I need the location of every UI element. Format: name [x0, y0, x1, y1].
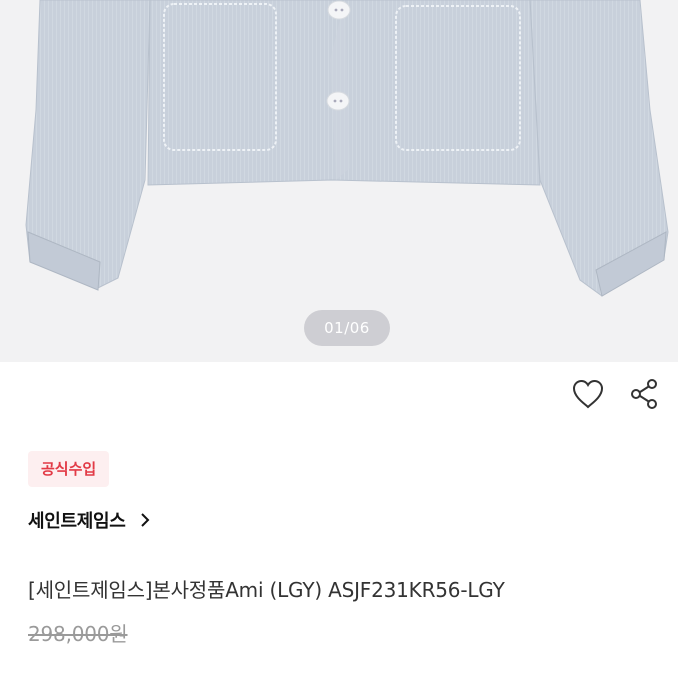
- image-page-indicator: 01/06: [304, 310, 390, 346]
- original-price: 298,000원: [28, 622, 128, 646]
- product-title: [세인트제임스]본사정품Ami (LGY) ASJF231KR56-LGY: [28, 578, 505, 602]
- like-button[interactable]: [568, 372, 608, 416]
- official-import-badge: 공식수입: [28, 451, 110, 487]
- product-image-gallery[interactable]: 01/06: [0, 0, 678, 362]
- heart-icon: [572, 379, 604, 409]
- share-icon: [631, 379, 657, 409]
- chevron-right-icon: [140, 512, 150, 528]
- product-image: [25, 0, 669, 297]
- product-actions: [558, 372, 678, 416]
- brand-name: 세인트제임스: [28, 511, 126, 532]
- brand-link[interactable]: 세인트제임스: [28, 506, 150, 534]
- share-button[interactable]: [624, 372, 664, 416]
